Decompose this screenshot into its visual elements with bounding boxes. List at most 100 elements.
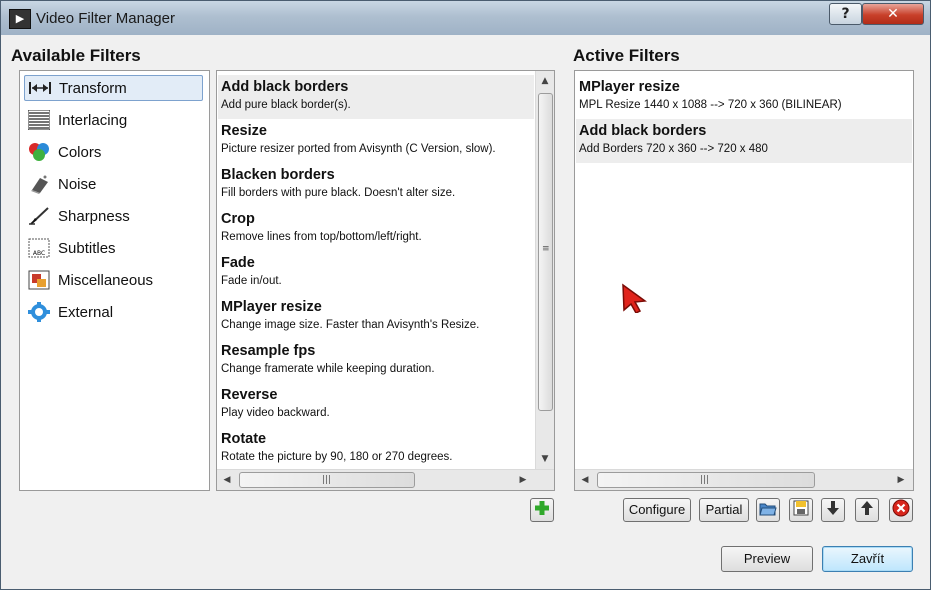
filter-name: Rotate	[221, 431, 267, 447]
active-filter-list: MPlayer resize MPL Resize 1440 x 1088 --…	[574, 70, 914, 491]
help-button[interactable]: ?	[829, 3, 862, 25]
filter-item[interactable]: Rotate Rotate the picture by 90, 180 or …	[218, 427, 534, 471]
available-horizontal-scrollbar[interactable]: ◀ ||| ▶	[217, 469, 554, 490]
category-transform[interactable]: Transform	[24, 75, 203, 101]
category-external[interactable]: External	[24, 299, 203, 325]
category-label: Colors	[58, 143, 102, 161]
category-noise[interactable]: Noise	[24, 171, 203, 197]
colors-icon	[28, 142, 50, 162]
move-up-icon	[860, 500, 874, 520]
active-filter-item[interactable]: MPlayer resize MPL Resize 1440 x 1088 --…	[576, 75, 912, 119]
category-label: Noise	[58, 175, 97, 193]
filter-description: Fill borders with pure black. Doesn't al…	[221, 187, 456, 199]
horizontal-scroll-thumb[interactable]: |||	[239, 472, 415, 488]
partial-button[interactable]: Partial	[699, 498, 749, 522]
filter-item[interactable]: Add black borders Add pure black border(…	[218, 75, 534, 119]
vertical-scroll-thumb[interactable]: ≡	[538, 93, 553, 411]
video-filter-manager-window: ▶ Video Filter Manager ? ✕ Available Fil…	[0, 0, 931, 590]
move-down-button[interactable]	[821, 498, 845, 522]
filter-item[interactable]: Crop Remove lines from top/bottom/left/r…	[218, 207, 534, 251]
filter-description: Play video backward.	[221, 407, 330, 419]
remove-filter-button[interactable]	[889, 498, 913, 522]
category-interlacing[interactable]: Interlacing	[24, 107, 203, 133]
filter-description: Change framerate while keeping duration.	[221, 363, 435, 375]
scroll-right-arrow[interactable]: ▶	[893, 472, 909, 488]
filter-description: MPL Resize 1440 x 1088 --> 720 x 360 (BI…	[579, 99, 842, 111]
open-button[interactable]	[756, 498, 780, 522]
filter-description: Rotate the picture by 90, 180 or 270 deg…	[221, 451, 453, 463]
scroll-left-arrow[interactable]: ◀	[577, 472, 593, 488]
category-label: Transform	[59, 79, 127, 97]
plus-icon	[534, 500, 550, 520]
category-miscellaneous[interactable]: Miscellaneous	[24, 267, 203, 293]
preview-button[interactable]: Preview	[721, 546, 813, 572]
available-filter-list: Add black borders Add pure black border(…	[216, 70, 555, 491]
filter-description: Add Borders 720 x 360 --> 720 x 480	[579, 143, 768, 155]
scroll-left-arrow[interactable]: ◀	[219, 472, 235, 488]
app-icon: ▶	[9, 9, 31, 29]
category-label: Interlacing	[58, 111, 128, 129]
available-vertical-scrollbar[interactable]: ▲ ≡ ▼	[535, 71, 554, 471]
add-filter-button[interactable]	[530, 498, 554, 522]
horizontal-scroll-thumb[interactable]: |||	[597, 472, 815, 488]
dialog-client: Available Filters Active Filters Transfo…	[9, 35, 923, 584]
external-icon	[28, 302, 50, 322]
close-dialog-button[interactable]: Zavřít	[822, 546, 913, 572]
filter-name: Add black borders	[579, 123, 707, 139]
window-close-button[interactable]: ✕	[862, 3, 924, 25]
filter-item[interactable]: Resample fps Change framerate while keep…	[218, 339, 534, 383]
window-title: Video Filter Manager	[36, 10, 175, 27]
filter-item[interactable]: Reverse Play video backward.	[218, 383, 534, 427]
filter-name: Resize	[221, 123, 267, 139]
filter-name: Crop	[221, 211, 255, 227]
svg-text:ABC: ABC	[33, 250, 45, 257]
scroll-right-arrow[interactable]: ▶	[515, 472, 531, 488]
filter-item[interactable]: Fade Fade in/out.	[218, 251, 534, 295]
move-down-icon	[826, 500, 840, 520]
filter-name: Add black borders	[221, 79, 349, 95]
sharpness-icon	[28, 206, 50, 226]
category-colors[interactable]: Colors	[24, 139, 203, 165]
filter-item[interactable]: Resize Picture resizer ported from Avisy…	[218, 119, 534, 163]
subtitles-icon: ABC	[28, 238, 50, 258]
category-sharpness[interactable]: Sharpness	[24, 203, 203, 229]
active-horizontal-scrollbar[interactable]: ◀ ||| ▶	[575, 469, 913, 490]
thumb-grip: |||	[322, 475, 332, 485]
category-label: Miscellaneous	[58, 271, 154, 289]
interlacing-icon	[28, 110, 50, 130]
filter-name: Blacken borders	[221, 167, 335, 183]
open-icon	[759, 500, 777, 520]
noise-icon	[28, 174, 50, 194]
scroll-up-arrow[interactable]: ▲	[537, 73, 553, 89]
category-subtitles[interactable]: ABC Subtitles	[24, 235, 203, 261]
available-filters-title: Available Filters	[11, 46, 141, 65]
move-up-button[interactable]	[855, 498, 879, 522]
category-label: Sharpness	[58, 207, 130, 225]
filter-description: Change image size. Faster than Avisynth'…	[221, 319, 480, 331]
filter-description: Add pure black border(s).	[221, 99, 351, 111]
filter-name: MPlayer resize	[579, 79, 680, 95]
thumb-grip: |||	[700, 475, 710, 485]
scroll-down-arrow[interactable]: ▼	[537, 451, 553, 467]
thumb-grip: ≡	[542, 244, 550, 254]
filter-name: Fade	[221, 255, 255, 271]
save-icon	[793, 500, 809, 520]
filter-name: MPlayer resize	[221, 299, 322, 315]
active-filter-item[interactable]: Add black borders Add Borders 720 x 360 …	[576, 119, 912, 163]
title-bar[interactable]: ▶ Video Filter Manager ? ✕	[1, 1, 930, 35]
transform-icon	[29, 78, 51, 98]
filter-item[interactable]: Blacken borders Fill borders with pure b…	[218, 163, 534, 207]
save-button[interactable]	[789, 498, 813, 522]
remove-icon	[892, 499, 910, 521]
filter-description: Picture resizer ported from Avisynth (C …	[221, 143, 496, 155]
active-filters-title: Active Filters	[573, 46, 680, 65]
category-label: Subtitles	[58, 239, 116, 257]
configure-button[interactable]: Configure	[623, 498, 691, 522]
mouse-cursor-icon	[621, 283, 648, 317]
filter-item[interactable]: MPlayer resize Change image size. Faster…	[218, 295, 534, 339]
filter-name: Resample fps	[221, 343, 316, 359]
miscellaneous-icon	[28, 270, 50, 290]
category-list: Transform Interlacing Colors Noise Sharp…	[19, 70, 210, 491]
filter-description: Remove lines from top/bottom/left/right.	[221, 231, 422, 243]
filter-description: Fade in/out.	[221, 275, 282, 287]
